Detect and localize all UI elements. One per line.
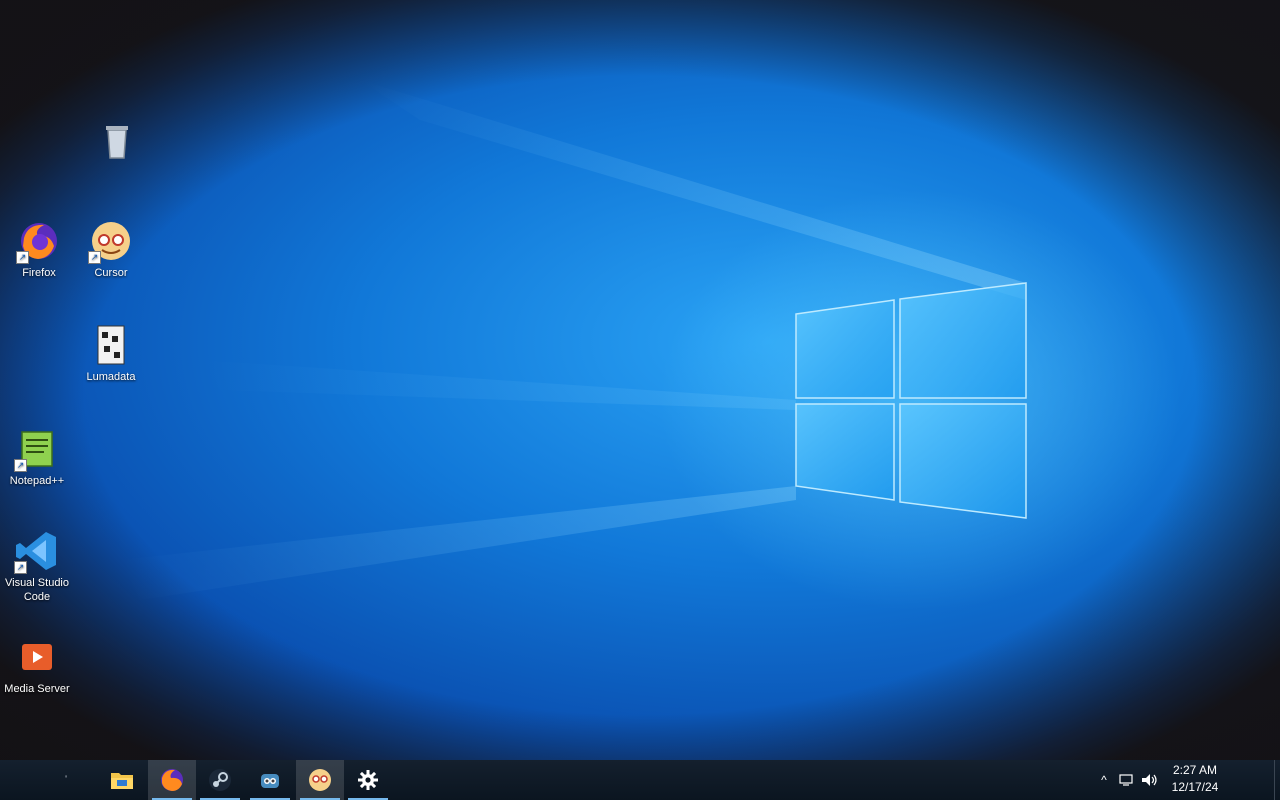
wallpaper-vignette xyxy=(0,0,1280,760)
show-hidden-icons-chevron-icon[interactable]: ^ xyxy=(1094,773,1114,787)
shortcut-arrow-icon: ↗ xyxy=(14,561,27,574)
vscode-icon: ↗ xyxy=(14,528,60,574)
folder-icon xyxy=(111,773,133,789)
windows-logo xyxy=(795,282,1027,519)
desktop-icon-label: Firefox xyxy=(22,267,56,279)
desktop-icon-firefox[interactable]: ↗ Firefox xyxy=(2,218,76,280)
taskbar-button-file-explorer[interactable] xyxy=(98,760,146,800)
clock-date: 12/17/24 xyxy=(1171,780,1219,794)
system-tray: ^ xyxy=(1094,760,1162,800)
firefox-icon: ↗ xyxy=(16,218,62,264)
recycle-bin-icon xyxy=(94,118,140,164)
taskbar-button-cursor[interactable] xyxy=(296,760,344,800)
clock-time: 2:27 AM xyxy=(1172,763,1218,777)
taskbar-search-area[interactable]: ˈ xyxy=(42,760,90,800)
media-server-icon xyxy=(14,634,60,680)
desktop-icon-label: Visual Studio Code xyxy=(4,577,69,603)
wallpaper-light-beams xyxy=(120,80,1180,610)
show-desktop-button[interactable] xyxy=(1274,760,1280,800)
taskbar-button-settings[interactable] xyxy=(344,760,392,800)
steam-icon xyxy=(209,769,231,791)
desktop-icon-label: Lumadata xyxy=(86,371,136,383)
gear-icon xyxy=(358,770,378,790)
desktop-wallpaper[interactable]: ↗ Firefox ↗ Cursor Lumadata ↗ Notepad++ … xyxy=(0,0,1280,760)
firefox-icon xyxy=(161,769,183,791)
lumadata-icon xyxy=(88,322,134,368)
desktop-icon-notepadpp[interactable]: ↗ Notepad++ xyxy=(0,426,74,488)
taskbar-button-firefox[interactable] xyxy=(148,760,196,800)
cursor-app-icon: ↗ xyxy=(88,218,134,264)
desktop-icon-label: Cursor xyxy=(94,267,128,279)
desktop-icon-vscode[interactable]: ↗ Visual Studio Code xyxy=(0,528,74,604)
taskbar-clock[interactable]: 2:27 AM 12/17/24 xyxy=(1160,762,1230,796)
shortcut-arrow-icon: ↗ xyxy=(88,251,101,264)
network-icon[interactable] xyxy=(1114,773,1138,787)
cursor-app-icon xyxy=(309,769,331,791)
desktop-icon-media-server[interactable]: Media Server xyxy=(0,634,74,696)
desktop-icon-lumadata[interactable]: Lumadata xyxy=(74,322,148,384)
shortcut-arrow-icon: ↗ xyxy=(16,251,29,264)
taskbar-button-godot[interactable] xyxy=(246,760,294,800)
desktop-icon-cursor[interactable]: ↗ Cursor xyxy=(74,218,148,280)
desktop-icon-recycle-bin[interactable] xyxy=(80,118,154,166)
notepadpp-icon: ↗ xyxy=(14,426,60,472)
taskbar: ˈ xyxy=(0,760,1280,800)
desktop-icon-label: Notepad++ xyxy=(9,475,65,487)
shortcut-arrow-icon: ↗ xyxy=(14,459,27,472)
taskbar-button-steam[interactable] xyxy=(196,760,244,800)
search-icon: ˈ xyxy=(63,772,69,788)
godot-icon xyxy=(261,774,279,788)
volume-icon[interactable] xyxy=(1138,773,1162,787)
desktop-icon-label: Media Server xyxy=(4,683,70,695)
